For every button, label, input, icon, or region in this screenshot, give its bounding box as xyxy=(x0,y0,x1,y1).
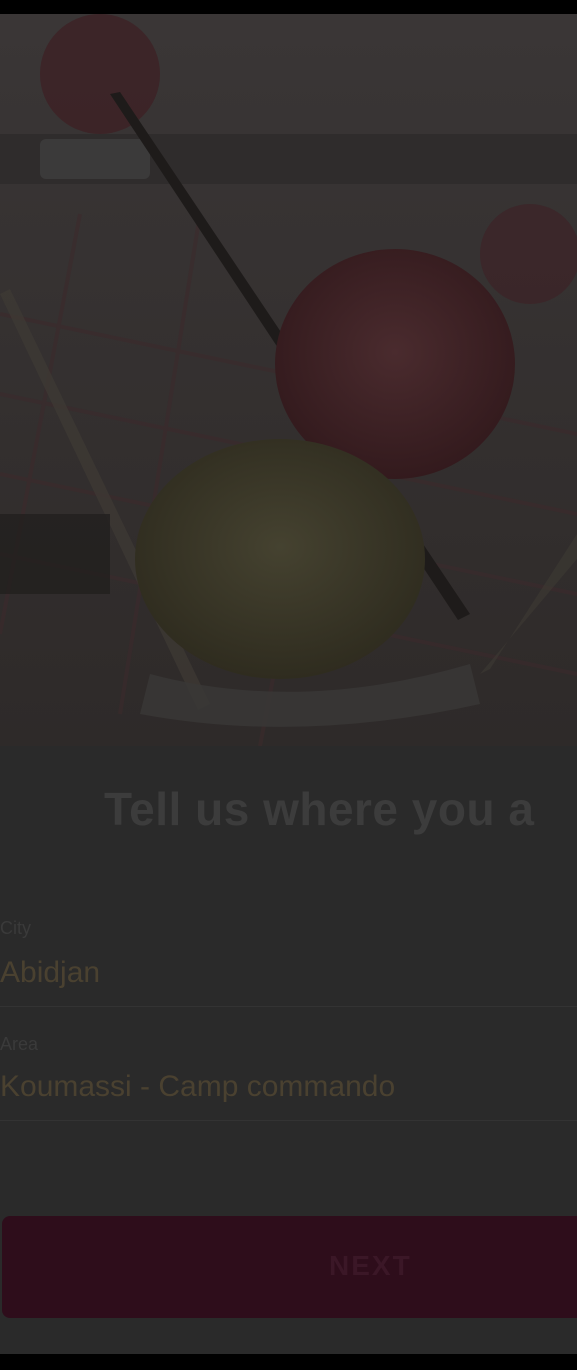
next-button-label: NEXT xyxy=(329,1250,412,1281)
bottom-edge xyxy=(0,1354,577,1370)
app-screen xyxy=(0,14,577,1354)
city-label: City xyxy=(0,918,31,938)
city-field[interactable]: Abidjan xyxy=(0,956,100,990)
city-field-underline xyxy=(0,1006,577,1007)
area-field[interactable]: Koumassi - Camp commando xyxy=(0,1070,395,1104)
page-title: Tell us where you a xyxy=(104,783,535,835)
area-label: Area xyxy=(0,1034,39,1054)
area-field-underline xyxy=(0,1120,577,1121)
hero-image xyxy=(0,14,577,746)
next-button[interactable]: NEXT xyxy=(2,1216,577,1318)
